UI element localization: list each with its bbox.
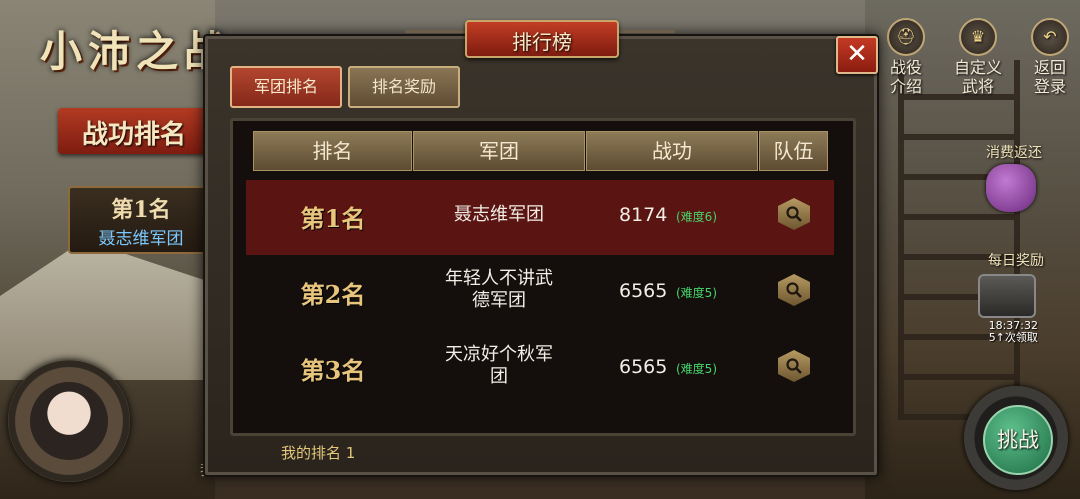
- avatar[interactable]: [8, 360, 130, 482]
- row-1-legion-line1: 聂志维军团: [454, 204, 544, 225]
- row-1-difficulty: (难度6): [676, 210, 717, 224]
- column-header-rank: 排名: [253, 131, 412, 171]
- row-3-legion: 天凉好个秋军 团: [413, 344, 585, 388]
- close-icon: ✕: [846, 39, 868, 69]
- row-2-power: 6565: [619, 280, 668, 302]
- search-icon: [786, 358, 802, 374]
- modal-title-plate: 排行榜: [465, 20, 619, 58]
- row-2-legion-line2: 德军团: [472, 290, 526, 311]
- reward-timer: 18:37:32 5↑次领取: [989, 320, 1038, 344]
- column-header-team: 队伍: [759, 131, 828, 171]
- row-1-power: 8174: [619, 204, 668, 226]
- challenge-ring: 挑战: [964, 386, 1068, 490]
- row-2-legion: 年轻人不讲武 德军团: [413, 268, 585, 312]
- gift-bag-icon[interactable]: [986, 164, 1036, 212]
- treasure-chest-icon[interactable]: [978, 274, 1036, 318]
- row-1-legion: 聂志维军团: [413, 204, 585, 226]
- row-3-rank: 第3名: [300, 356, 366, 385]
- tower-illustration: [898, 60, 1020, 420]
- row-2-legion-line1: 年轻人不讲武: [445, 268, 553, 289]
- campaign-intro-button[interactable]: ⛑ 战役介绍: [884, 18, 928, 96]
- tab-ranking-rewards[interactable]: 排名奖励: [348, 66, 460, 108]
- row-3-legion-line1: 天凉好个秋军: [445, 344, 553, 365]
- row-2-difficulty: (难度5): [676, 286, 717, 300]
- custom-general-button[interactable]: ♛ 自定义武将: [948, 18, 1008, 96]
- row-3-legion-line2: 团: [490, 366, 508, 387]
- title-ornament-right: [615, 30, 675, 51]
- column-header-legion: 军团: [413, 131, 585, 171]
- my-rank-text: 我的排名 1: [281, 444, 356, 462]
- campaign-intro-label: 战役介绍: [889, 58, 922, 96]
- row-2-rank: 第2名: [300, 280, 366, 309]
- ribbon-title: 战功排名: [82, 120, 187, 150]
- modal-title: 排行榜: [512, 30, 572, 54]
- top-rank-label: 第1名: [111, 197, 171, 223]
- daily-reward-label: 每日奖励: [988, 253, 1044, 269]
- return-arrow-icon: ↶: [1031, 18, 1069, 56]
- row-1-rank: 第1名: [300, 204, 366, 233]
- search-icon: [786, 206, 802, 222]
- row-3-difficulty: (难度5): [676, 362, 717, 376]
- column-header-power: 战功: [586, 131, 758, 171]
- general-icon: ♛: [959, 18, 997, 56]
- reward-timer-sub: 5↑次领取: [988, 331, 1038, 344]
- challenge-button[interactable]: 挑战: [983, 405, 1053, 475]
- search-icon: [786, 282, 802, 298]
- top-rank-legion: 聂志维军团: [98, 229, 184, 249]
- custom-general-label: 自定义武将: [953, 58, 1002, 96]
- tab-legion-ranking[interactable]: 军团排名: [230, 66, 342, 108]
- row-3-power: 6565: [619, 356, 668, 378]
- consume-return-label: 消费返还: [986, 145, 1042, 161]
- helmet-icon: ⛑: [887, 18, 925, 56]
- avatar-portrait: [30, 382, 108, 460]
- top-rank-card: 第1名 聂志维军团: [68, 186, 214, 254]
- return-login-label: 返回登录: [1033, 58, 1066, 96]
- close-button[interactable]: ✕: [836, 36, 878, 74]
- return-login-button[interactable]: ↶ 返回登录: [1028, 18, 1072, 96]
- title-ornament-left: [405, 30, 465, 51]
